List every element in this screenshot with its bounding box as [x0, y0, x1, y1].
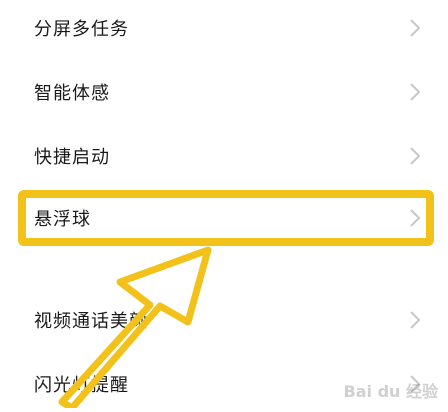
- settings-item-label: 智能体感: [34, 83, 110, 104]
- watermark: Bai du 经验: [343, 382, 438, 401]
- chevron-right-icon: [410, 147, 421, 165]
- chevron-right-icon: [410, 19, 421, 37]
- settings-item-video-call-beauty[interactable]: 视频通话美颜: [0, 292, 448, 348]
- settings-item-label: 视频通话美颜: [34, 311, 148, 332]
- highlight-box: [18, 190, 434, 246]
- settings-item-quick-launch[interactable]: 快捷启动: [0, 128, 448, 184]
- settings-item-split-screen[interactable]: 分屏多任务: [0, 0, 448, 56]
- settings-item-label: 分屏多任务: [34, 19, 129, 40]
- chevron-right-icon: [410, 311, 421, 329]
- chevron-right-icon: [410, 83, 421, 101]
- settings-item-label: 快捷启动: [34, 147, 110, 168]
- settings-item-smart-motion[interactable]: 智能体感: [0, 64, 448, 120]
